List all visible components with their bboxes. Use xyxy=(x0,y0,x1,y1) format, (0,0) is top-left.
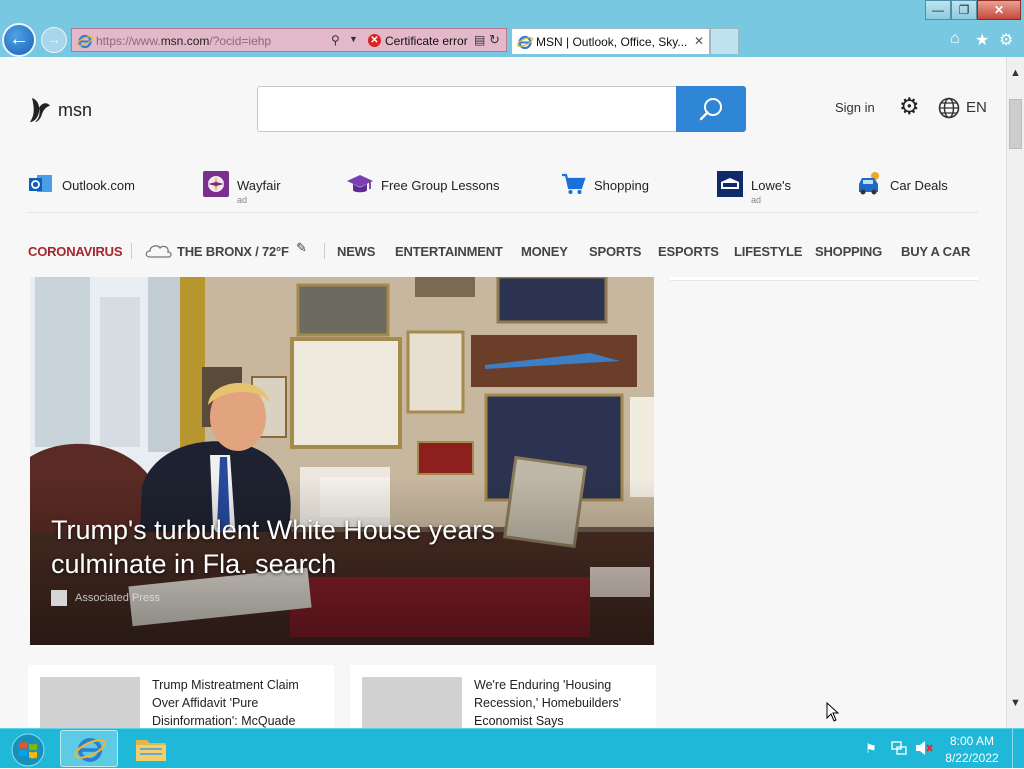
cloud-weather-icon xyxy=(145,245,172,258)
clock-date[interactable]: 8/22/2022 xyxy=(942,751,1002,765)
home-icon[interactable]: ⌂ xyxy=(950,30,960,48)
ie-tab-icon xyxy=(517,35,533,50)
ad-badge: ad xyxy=(237,195,248,205)
nav-money[interactable]: MONEY xyxy=(521,244,568,259)
ie-page-icon xyxy=(77,34,93,49)
source-logo xyxy=(51,590,67,606)
volume-muted-icon[interactable] xyxy=(915,740,933,756)
clock-time[interactable]: 8:00 AM xyxy=(946,734,998,748)
settings-gear-icon[interactable]: ⚙ xyxy=(899,95,920,118)
maximize-button[interactable]: ❐ xyxy=(951,0,977,20)
hero-photo xyxy=(30,277,654,645)
search-icon xyxy=(699,98,722,121)
search-icon[interactable]: ⚲ xyxy=(331,33,340,47)
hero-headline[interactable]: Trump's turbulent White House years culm… xyxy=(51,513,571,581)
show-desktop-button[interactable] xyxy=(1012,729,1024,769)
nav-divider xyxy=(324,243,325,259)
graduation-cap-icon xyxy=(347,175,373,193)
language-selector[interactable]: EN xyxy=(966,99,987,116)
scroll-thumb[interactable] xyxy=(1009,99,1022,149)
compatibility-icon[interactable]: ▤ xyxy=(474,33,485,47)
action-center-flag-icon[interactable]: ⚑ xyxy=(865,741,877,757)
windows-start-icon[interactable] xyxy=(6,733,50,767)
dropdown-arrow-icon[interactable]: ▼ xyxy=(349,34,358,44)
quicklink-label: Shopping xyxy=(594,178,649,193)
tab-msn[interactable]: MSN | Outlook, Office, Sky... ✕ xyxy=(511,28,710,54)
car-icon xyxy=(859,172,879,195)
certificate-error-icon[interactable]: ✕ xyxy=(368,34,381,47)
nav-buy-a-car[interactable]: BUY A CAR xyxy=(901,244,970,259)
story-thumbnail xyxy=(362,677,462,728)
quicklink-label: Outlook.com xyxy=(62,178,135,193)
tools-icon[interactable]: ⚙ xyxy=(999,30,1013,50)
lowes-icon xyxy=(717,171,743,197)
hero-story[interactable]: Trump's turbulent White House years culm… xyxy=(30,277,654,645)
wayfair-icon xyxy=(203,171,229,197)
quicklink-label: Free Group Lessons xyxy=(381,178,500,193)
close-window-button[interactable]: ✕ xyxy=(977,0,1021,20)
nav-esports[interactable]: ESPORTS xyxy=(658,244,719,259)
nav-divider xyxy=(131,243,132,259)
story-title[interactable]: We're Enduring 'Housing Recession,' Home… xyxy=(474,676,644,728)
logo-text: msn xyxy=(58,100,93,120)
nav-weather[interactable]: THE BRONX / 72°F xyxy=(177,244,289,259)
story-card[interactable]: We're Enduring 'Housing Recession,' Home… xyxy=(350,665,656,728)
certificate-error-label[interactable]: Certificate error xyxy=(385,34,468,48)
outlook-icon xyxy=(29,175,52,192)
new-tab-button[interactable] xyxy=(710,28,739,54)
nav-coronavirus[interactable]: CORONAVIRUS xyxy=(28,244,123,259)
shopping-cart-icon xyxy=(562,173,586,194)
address-bar[interactable]: https://www.msn.com/?ocid=iehp ⚲ ▼ ✕ Cer… xyxy=(71,28,507,52)
story-thumbnail xyxy=(40,677,140,728)
tab-close-icon[interactable]: ✕ xyxy=(694,34,704,48)
internet-explorer-icon xyxy=(74,738,106,762)
address-url[interactable]: https://www.msn.com/?ocid=iehp xyxy=(96,34,271,48)
msn-butterfly-icon xyxy=(30,98,50,122)
quicklink-label: Lowe's xyxy=(751,178,792,193)
nav-lifestyle[interactable]: LIFESTYLE xyxy=(734,244,802,259)
nav-sports[interactable]: SPORTS xyxy=(589,244,641,259)
network-icon[interactable] xyxy=(891,740,907,756)
nav-entertainment[interactable]: ENTERTAINMENT xyxy=(395,244,503,259)
mouse-cursor-icon xyxy=(826,702,840,722)
story-card[interactable]: Trump Mistreatment Claim Over Affidavit … xyxy=(28,665,334,728)
ad-badge: ad xyxy=(751,195,762,205)
scroll-down-icon[interactable]: ▼ xyxy=(1010,697,1021,709)
tab-title: MSN | Outlook, Office, Sky... xyxy=(536,35,688,49)
forward-button[interactable]: → xyxy=(41,27,67,53)
browser-titlebar: — ❐ ✕ ← → https://www.msn.com/?ocid=iehp… xyxy=(0,0,1024,57)
scroll-up-icon[interactable]: ▲ xyxy=(1010,67,1021,79)
msn-logo[interactable]: msn xyxy=(28,94,98,126)
search-input[interactable] xyxy=(257,86,677,132)
hero-source: Associated Press xyxy=(75,592,160,604)
back-button[interactable]: ← xyxy=(2,23,36,57)
story-title[interactable]: Trump Mistreatment Claim Over Affidavit … xyxy=(152,676,322,728)
favorites-icon[interactable]: ★ xyxy=(975,30,989,50)
quicklink-label: Car Deals xyxy=(890,178,948,193)
taskbar: ⚑ 8:00 AM 8/22/2022 xyxy=(0,728,1024,769)
refresh-icon[interactable]: ↻ xyxy=(489,32,500,48)
quicklink-label: Wayfair xyxy=(237,178,281,193)
file-explorer-icon[interactable] xyxy=(134,734,168,764)
sign-in-link[interactable]: Sign in xyxy=(835,100,875,115)
page-viewport: msn Sign in ⚙ EN Outlook.com Wayfair ad … xyxy=(0,57,1006,728)
nav-news[interactable]: NEWS xyxy=(337,244,375,259)
nav-shopping[interactable]: SHOPPING xyxy=(815,244,882,259)
taskbar-internet-explorer[interactable] xyxy=(60,730,118,767)
globe-icon[interactable] xyxy=(938,97,960,119)
vertical-scrollbar[interactable]: ▲ ▼ xyxy=(1006,57,1024,728)
right-panel xyxy=(670,277,978,281)
edit-pencil-icon[interactable]: ✎ xyxy=(296,240,307,256)
minimize-button[interactable]: — xyxy=(925,0,951,20)
category-navbar: CORONAVIRUS THE BRONX / 72°F ✎ NEWS ENTE… xyxy=(28,237,988,261)
search-button[interactable] xyxy=(676,86,746,132)
quicklinks-bar: Outlook.com Wayfair ad Free Group Lesson… xyxy=(28,169,978,213)
